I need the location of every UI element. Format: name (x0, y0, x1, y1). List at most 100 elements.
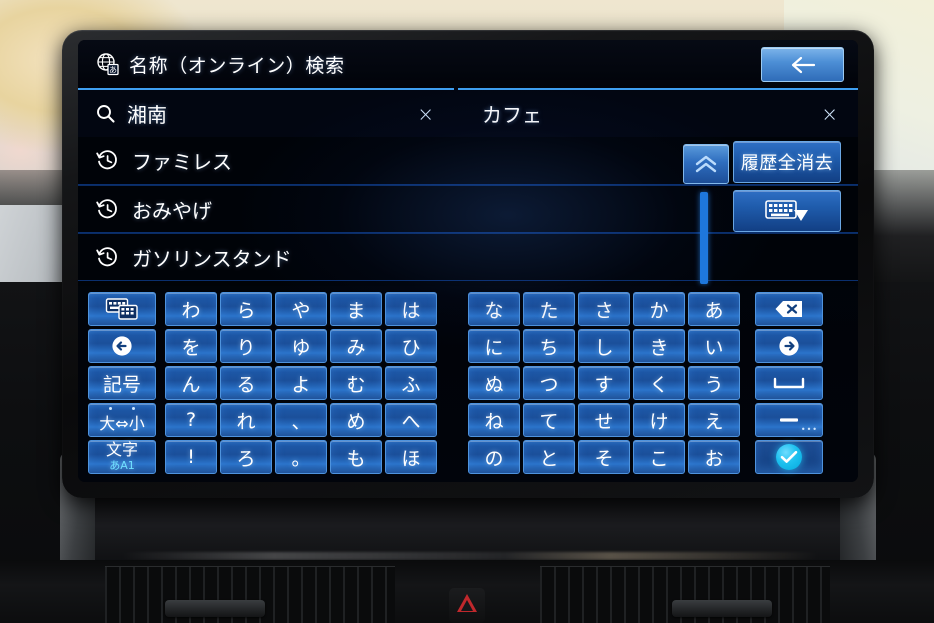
key-ta[interactable]: た (523, 292, 575, 326)
key-yo[interactable]: よ (275, 366, 327, 400)
list-item-label: おみやげ (132, 198, 212, 223)
key-te[interactable]: て (523, 403, 575, 437)
vent-knob-left[interactable] (165, 600, 265, 617)
search-input-area-value: 湘南 (127, 103, 167, 127)
dash-icon (780, 418, 798, 422)
clear-keyword-button[interactable]: × (821, 103, 838, 125)
dakuten-marks (89, 407, 155, 410)
key-mu[interactable]: む (330, 366, 382, 400)
key-ma[interactable]: ま (330, 292, 382, 326)
history-clock-icon (96, 198, 117, 218)
clear-area-button[interactable]: × (417, 103, 434, 125)
keyboard-gap (446, 292, 459, 474)
case-toggle-key[interactable]: 大⇔小 (88, 403, 156, 437)
list-item[interactable]: ガソリンスタンド (78, 233, 858, 281)
key-wo[interactable]: を (165, 329, 217, 363)
key-chi[interactable]: ち (523, 329, 575, 363)
key-ku[interactable]: く (633, 366, 685, 400)
space-bar-icon (773, 377, 805, 389)
key-n[interactable]: ん (165, 366, 217, 400)
hazard-triangle-inner (461, 600, 473, 611)
key-shi[interactable]: し (578, 329, 630, 363)
search-bar: 湘南 × カフェ × (78, 88, 858, 137)
key-nu[interactable]: ぬ (468, 366, 520, 400)
charset-key-sub: あA1 (109, 459, 135, 472)
charset-key[interactable]: 文字 あA1 (88, 440, 156, 474)
key-ke[interactable]: け (633, 403, 685, 437)
dash-key-more-dots: ••• (800, 425, 818, 434)
key-na[interactable]: な (468, 292, 520, 326)
cursor-left-key[interactable] (88, 329, 156, 363)
key-question[interactable]: ? (165, 403, 217, 437)
key-mo[interactable]: も (330, 440, 382, 474)
key-fu[interactable]: ふ (385, 366, 437, 400)
title-bar: あ 名称（オンライン）検索 (78, 40, 858, 88)
key-i[interactable]: い (688, 329, 740, 363)
keyboard-grid-right: な た さ か あ に ち し き い ぬ つ す く う ね て せ け え … (468, 292, 740, 474)
key-me[interactable]: め (330, 403, 382, 437)
key-ho[interactable]: ほ (385, 440, 437, 474)
key-ru[interactable]: る (220, 366, 272, 400)
search-icon (97, 105, 115, 123)
scroll-up-button[interactable] (683, 144, 729, 184)
confirm-key[interactable] (755, 440, 823, 474)
key-ro[interactable]: ろ (220, 440, 272, 474)
list-item-label: ガソリンスタンド (132, 246, 292, 271)
key-e[interactable]: え (688, 403, 740, 437)
space-key[interactable] (755, 366, 823, 400)
vent-knob-right[interactable] (672, 600, 772, 617)
clear-all-history-button[interactable]: 履歴全消去 (733, 141, 841, 183)
key-ni[interactable]: に (468, 329, 520, 363)
key-ne[interactable]: ね (468, 403, 520, 437)
hazard-button[interactable] (449, 588, 485, 623)
key-hi[interactable]: ひ (385, 329, 437, 363)
keypad-layout-key[interactable] (88, 292, 156, 326)
key-tsu[interactable]: つ (523, 366, 575, 400)
key-no[interactable]: の (468, 440, 520, 474)
key-wa[interactable]: わ (165, 292, 217, 326)
on-screen-keyboard: 記号 大⇔小 文字 あA1 わ ら や ま は を り ゆ み ひ ん る よ … (78, 286, 858, 482)
key-comma[interactable]: 、 (275, 403, 327, 437)
key-ka[interactable]: か (633, 292, 685, 326)
history-clock-icon (96, 246, 117, 266)
history-clock-icon (96, 150, 117, 170)
key-se[interactable]: せ (578, 403, 630, 437)
key-he[interactable]: へ (385, 403, 437, 437)
dash-key[interactable]: ••• (755, 403, 823, 437)
navigation-screen: あ 名称（オンライン）検索 湘南 × カフェ × ファミレス おみやげ ガソリン… (78, 40, 858, 482)
key-u[interactable]: う (688, 366, 740, 400)
key-ki[interactable]: き (633, 329, 685, 363)
key-so[interactable]: そ (578, 440, 630, 474)
case-toggle-key-label: 大⇔小 (99, 414, 145, 433)
keyboard-grid-left: わ ら や ま は を り ゆ み ひ ん る よ む ふ ? れ 、 め へ … (165, 292, 437, 474)
key-period[interactable]: 。 (275, 440, 327, 474)
key-sa[interactable]: さ (578, 292, 630, 326)
key-ri[interactable]: り (220, 329, 272, 363)
key-mi[interactable]: み (330, 329, 382, 363)
key-o[interactable]: お (688, 440, 740, 474)
search-input-keyword[interactable]: カフェ × (458, 88, 858, 137)
svg-text:あ: あ (109, 65, 117, 74)
key-ra[interactable]: ら (220, 292, 272, 326)
key-re[interactable]: れ (220, 403, 272, 437)
scrollbar-thumb[interactable] (700, 192, 708, 284)
check-icon (776, 444, 802, 470)
chevron-up-icon (695, 155, 717, 173)
keyboard-function-column-right: ••• (755, 292, 823, 474)
key-ko[interactable]: こ (633, 440, 685, 474)
key-exclamation[interactable]: ! (165, 440, 217, 474)
symbol-key[interactable]: 記号 (88, 366, 156, 400)
backspace-key[interactable] (755, 292, 823, 326)
key-a[interactable]: あ (688, 292, 740, 326)
back-button[interactable] (761, 47, 844, 82)
hide-keyboard-button[interactable] (733, 190, 841, 232)
key-ha[interactable]: は (385, 292, 437, 326)
key-su[interactable]: す (578, 366, 630, 400)
arrow-left-circle-icon (112, 336, 132, 356)
key-to[interactable]: と (523, 440, 575, 474)
keyboard-down-icon (765, 200, 808, 221)
cursor-right-key[interactable] (755, 329, 823, 363)
key-ya[interactable]: や (275, 292, 327, 326)
key-yu[interactable]: ゆ (275, 329, 327, 363)
search-input-area[interactable]: 湘南 × (78, 88, 454, 137)
